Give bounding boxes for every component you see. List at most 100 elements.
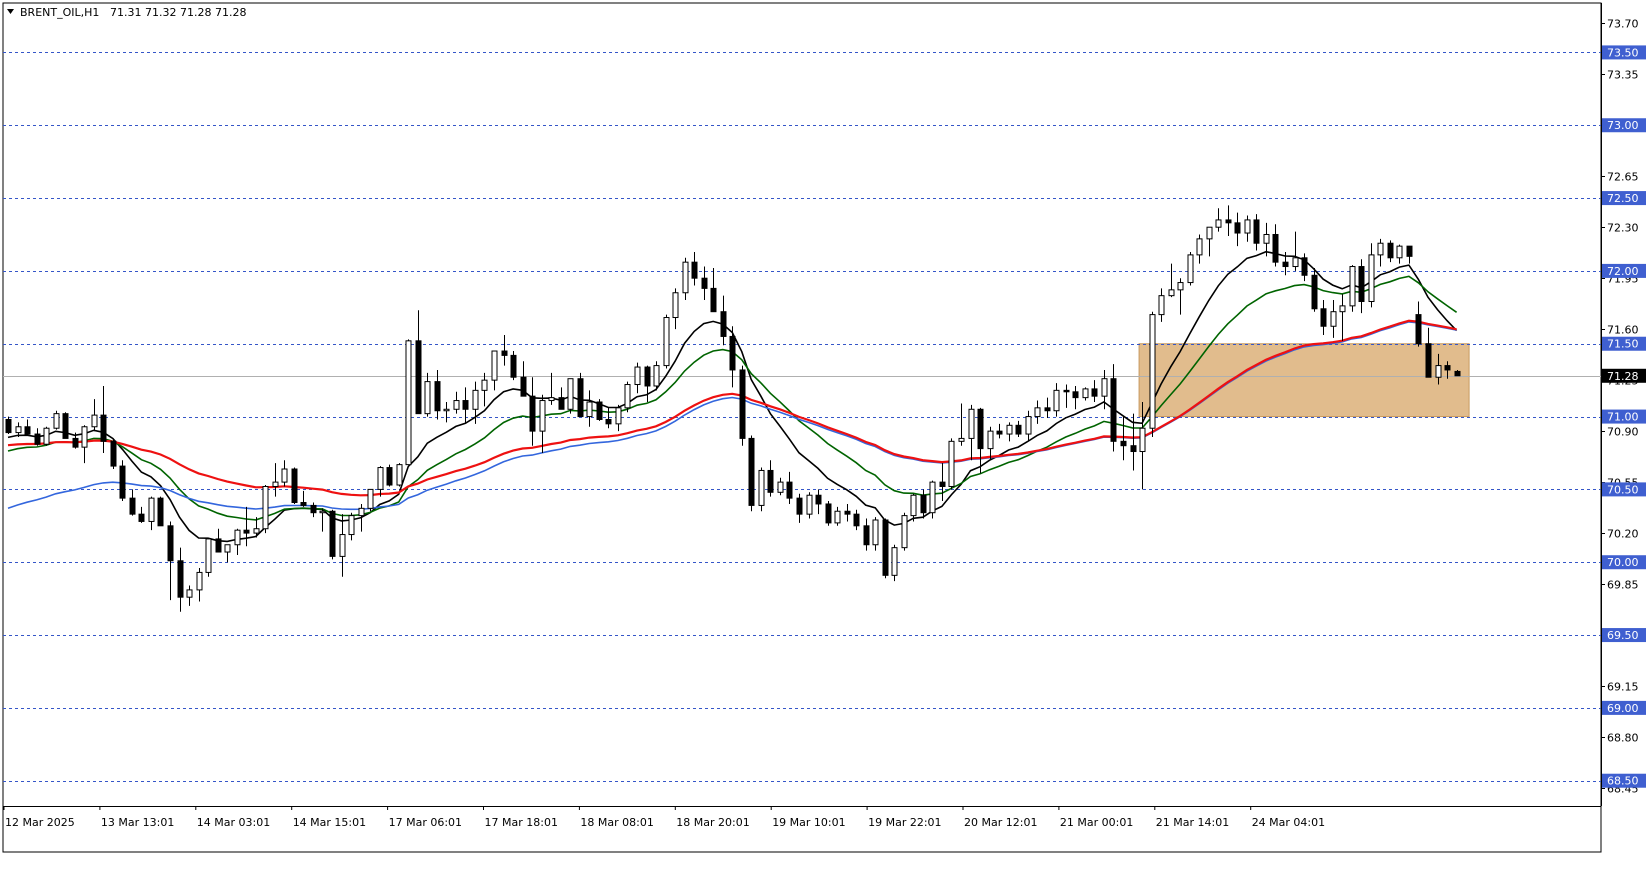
bullish-candle-body xyxy=(682,261,689,294)
plot-background xyxy=(2,2,1602,853)
bearish-candle-body xyxy=(310,504,317,514)
bullish-candle-body xyxy=(491,350,498,381)
bullish-candle-body xyxy=(1177,282,1184,291)
level-price-label: 71.00 xyxy=(1607,411,1639,424)
time-tick-label: 18 Mar 08:01 xyxy=(580,816,653,829)
candle xyxy=(624,381,631,413)
candle xyxy=(43,426,50,446)
bearish-candle-body xyxy=(520,376,527,397)
bullish-candle-body xyxy=(1034,407,1041,418)
level-price-label: 70.50 xyxy=(1607,483,1639,496)
bearish-candle-body xyxy=(300,502,307,506)
bearish-candle-body xyxy=(434,381,441,412)
level-price-label: 72.00 xyxy=(1607,265,1639,278)
price-chart[interactable]: 73.7073.3572.6572.3071.9571.6071.2570.90… xyxy=(0,0,1651,874)
bearish-candle-body xyxy=(119,465,126,499)
current-price-label: 71.28 xyxy=(1607,370,1639,383)
bearish-candle-body xyxy=(157,497,164,527)
time-tick-label: 17 Mar 18:01 xyxy=(485,816,558,829)
bullish-candle-body xyxy=(1263,233,1270,244)
time-tick-label: 19 Mar 10:01 xyxy=(772,816,845,829)
bullish-candle-body xyxy=(424,381,431,415)
chart-window: 73.7073.3572.6572.3071.9571.6071.2570.90… xyxy=(0,0,1651,874)
candle xyxy=(62,412,69,439)
bearish-candle-body xyxy=(977,408,984,450)
bullish-candle-body xyxy=(205,538,212,573)
level-price-label: 69.00 xyxy=(1607,702,1639,715)
bearish-candle-body xyxy=(215,538,222,553)
bullish-candle-body xyxy=(615,407,622,425)
candle xyxy=(596,399,603,421)
candle xyxy=(739,365,746,446)
candle xyxy=(329,509,336,560)
bullish-candle-body xyxy=(472,389,479,410)
bullish-candle-body xyxy=(253,528,260,534)
bullish-candle-body xyxy=(91,414,98,428)
candle xyxy=(891,544,898,582)
bearish-candle-body xyxy=(596,401,603,420)
candle xyxy=(663,314,670,369)
zone-rectangle xyxy=(1138,343,1470,418)
level-price-label: 70.00 xyxy=(1607,556,1639,569)
level-price-label: 72.50 xyxy=(1607,192,1639,205)
bearish-candle-body xyxy=(243,529,250,534)
bearish-candle-body xyxy=(1387,242,1394,259)
bearish-candle-body xyxy=(72,437,79,448)
price-tick-label: 70.20 xyxy=(1607,528,1639,541)
time-tick-label: 13 Mar 13:01 xyxy=(101,816,174,829)
bearish-candle-body xyxy=(729,335,736,371)
bullish-candle-body xyxy=(653,365,660,387)
bearish-candle-body xyxy=(1044,407,1051,412)
bullish-candle-body xyxy=(1435,365,1442,378)
chart-header: BRENT_OIL,H1 71.31 71.32 71.28 71.28 xyxy=(7,6,246,19)
price-axis: 73.7073.3572.6572.3071.9571.6071.2570.90… xyxy=(1601,3,1646,806)
bullish-candle-body xyxy=(567,378,574,410)
candle xyxy=(510,351,517,381)
price-tick-label: 72.30 xyxy=(1607,222,1639,235)
bullish-candle-body xyxy=(987,430,994,450)
candle xyxy=(396,463,403,487)
bullish-candle-body xyxy=(272,481,279,487)
bearish-candle-body xyxy=(167,525,174,562)
bearish-candle-body xyxy=(720,311,727,337)
price-tick-label: 72.65 xyxy=(1607,171,1639,184)
bullish-candle-body xyxy=(1196,238,1203,256)
candle xyxy=(386,464,393,487)
bullish-candle-body xyxy=(396,464,403,486)
bullish-candle-body xyxy=(539,400,546,432)
bullish-candle-body xyxy=(148,497,155,522)
bearish-candle-body xyxy=(844,510,851,515)
time-tick-label: 24 Mar 04:01 xyxy=(1252,816,1325,829)
bearish-candle-body xyxy=(1253,219,1260,244)
bullish-candle-body xyxy=(1292,257,1299,268)
bearish-candle-body xyxy=(177,560,184,598)
bearish-candle-body xyxy=(1272,233,1279,263)
time-tick-label: 21 Mar 14:01 xyxy=(1156,816,1229,829)
bullish-candle-body xyxy=(1244,219,1251,234)
bearish-candle-body xyxy=(1063,389,1070,393)
bullish-candle-body xyxy=(634,366,641,386)
time-tick-label: 14 Mar 15:01 xyxy=(293,816,366,829)
bullish-candle-body xyxy=(481,379,488,391)
time-tick-label: 20 Mar 12:01 xyxy=(964,816,1037,829)
bearish-candle-body xyxy=(1311,274,1318,310)
bullish-candle-body xyxy=(367,488,374,509)
bullish-candle-body xyxy=(1168,289,1175,297)
price-tick-label: 69.15 xyxy=(1607,681,1639,694)
candle xyxy=(806,492,813,519)
candle xyxy=(291,467,298,504)
time-tick-label: 12 Mar 2025 xyxy=(5,816,75,829)
candle xyxy=(5,416,12,435)
candle xyxy=(929,480,936,519)
bearish-candle-body xyxy=(1282,261,1289,268)
bearish-candle-body xyxy=(863,525,870,546)
bearish-candle-body xyxy=(1015,424,1022,435)
time-tick-label: 18 Mar 20:01 xyxy=(676,816,749,829)
candle xyxy=(948,438,955,490)
bullish-candle-body xyxy=(339,534,346,557)
bearish-candle-body xyxy=(1425,343,1432,378)
price-tick-label: 73.70 xyxy=(1607,18,1639,31)
bullish-candle-body xyxy=(548,397,555,402)
candle xyxy=(758,467,765,512)
bearish-candle-body xyxy=(1301,257,1308,276)
